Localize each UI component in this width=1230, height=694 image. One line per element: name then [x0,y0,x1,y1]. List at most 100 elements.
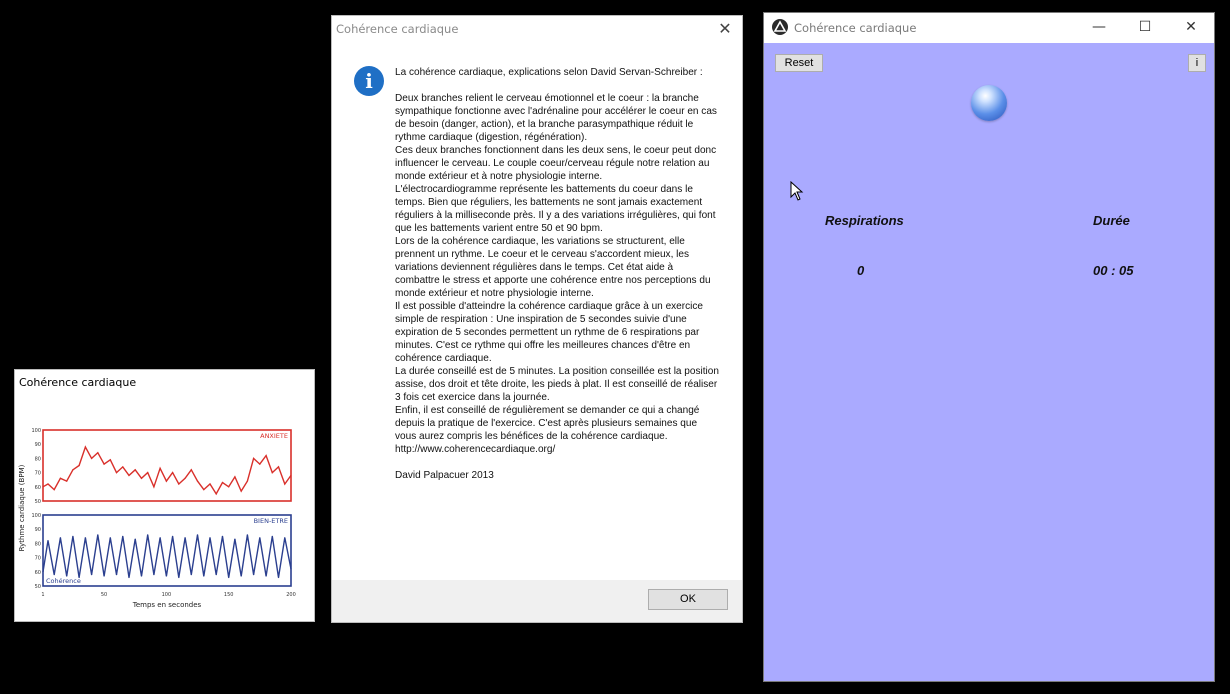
legend-label: BIEN-ETRE [254,517,288,525]
data-point [265,575,267,577]
data-point [109,537,111,539]
app-logo-icon [772,19,788,35]
data-point [271,535,273,537]
data-point [140,575,143,577]
data-point [196,534,199,536]
y-tick-label: 90 [35,442,41,448]
ok-button[interactable]: OK [648,589,728,610]
dialog-paragraph: Enfin, il est conseillé de régulièrement… [395,405,700,442]
data-point [253,574,255,576]
close-icon[interactable]: ✕ [714,18,736,40]
annotation-label: Cohérence [46,577,81,585]
data-point [59,537,62,539]
data-point [284,537,286,539]
y-tick-label: 60 [35,570,41,576]
data-point [209,537,211,539]
data-point [134,469,136,471]
data-point [184,477,186,479]
data-point [246,480,248,482]
data-point [53,574,55,576]
chart-panel-frame [42,429,292,502]
data-point [290,568,292,570]
dialog-message: La cohérence cardiaque, explications sel… [395,66,719,482]
data-point [128,474,130,477]
respirations-label: Respirations [825,213,904,228]
y-tick-label: 80 [35,541,41,547]
y-tick-label: 100 [31,513,41,519]
data-point [234,538,236,540]
data-point [184,537,186,539]
y-tick-label: 80 [35,456,41,462]
data-point [78,464,80,467]
x-tick-label: 100 [162,592,172,598]
y-tick-label: 70 [35,471,41,477]
data-point [165,575,167,577]
data-point [203,489,205,491]
data-point [159,537,161,539]
chart-window: Cohérence cardiaque 100 90 80 70 60 50 ANXIETE… [14,369,315,622]
data-point [128,576,130,579]
info-button[interactable]: i [1188,54,1206,72]
data-point [147,534,149,536]
data-point [109,459,111,461]
data-point [115,574,118,576]
app-titlebar[interactable]: Cohérence cardiaque — ☐ ✕ [764,13,1214,43]
data-point [221,481,224,484]
mouse-cursor-icon [790,181,804,201]
data-point [228,576,230,579]
website-link: http://www.coherencecardiaque.org/ [395,444,556,455]
data-point [178,576,180,579]
data-point [172,535,174,537]
dialog-footer: OK [332,580,742,622]
data-point [47,539,49,542]
data-point [234,476,236,478]
duree-label: Durée [1093,213,1130,228]
duree-value: 00 : 05 [1093,263,1134,278]
data-point [178,483,180,485]
dialog-titlebar[interactable]: Cohérence cardiaque ✕ [332,16,742,42]
data-point [72,535,74,537]
data-point [190,469,192,471]
data-point [134,538,136,540]
data-point [209,483,211,485]
x-tick-label: 1 [41,592,44,598]
data-point [91,574,93,576]
dialog-heading: La cohérence cardiaque, explications sel… [395,67,703,78]
data-point [259,537,261,539]
data-point [42,486,44,488]
y-tick-label: 60 [35,485,41,491]
y-tick-label: 70 [35,556,41,562]
app-title: Cohérence cardiaque [794,21,917,35]
heart-rate-chart: 100 90 80 70 60 50 ANXIETE 100 90 80 70 60 50 BIEN-ET… [18,428,296,609]
data-point [265,454,267,457]
series-line-bien-etre [42,534,292,578]
info-dialog: Cohérence cardiaque ✕ i La cohérence car… [331,15,743,623]
data-point [290,474,292,477]
data-point [59,477,62,479]
x-tick-label: 50 [101,592,107,598]
data-point [284,483,286,485]
data-point [153,574,155,576]
data-point [147,472,149,474]
data-point [228,486,230,488]
legend-label: ANXIETE [260,432,288,440]
data-point [53,489,55,491]
reset-button[interactable]: Reset [775,54,823,72]
data-point [97,534,99,536]
minimize-icon[interactable]: — [1076,13,1122,43]
x-tick-label: 200 [286,592,296,598]
data-point [91,457,93,459]
dialog-paragraph: Deux branches relient le cerveau émotion… [395,93,717,143]
close-icon[interactable]: ✕ [1168,13,1214,43]
dialog-paragraph: La durée conseillé est de 5 minutes. La … [395,366,719,403]
data-point [42,571,44,573]
x-tick-label: 150 [224,592,234,598]
data-point [259,463,261,465]
data-point [66,480,68,482]
dialog-paragraph: Ces deux branches fonctionnent dans les … [395,145,717,182]
data-point [196,480,199,482]
respirations-value: 0 [857,263,865,278]
data-point [271,472,273,474]
maximize-icon[interactable]: ☐ [1122,13,1168,43]
data-point [153,486,155,488]
